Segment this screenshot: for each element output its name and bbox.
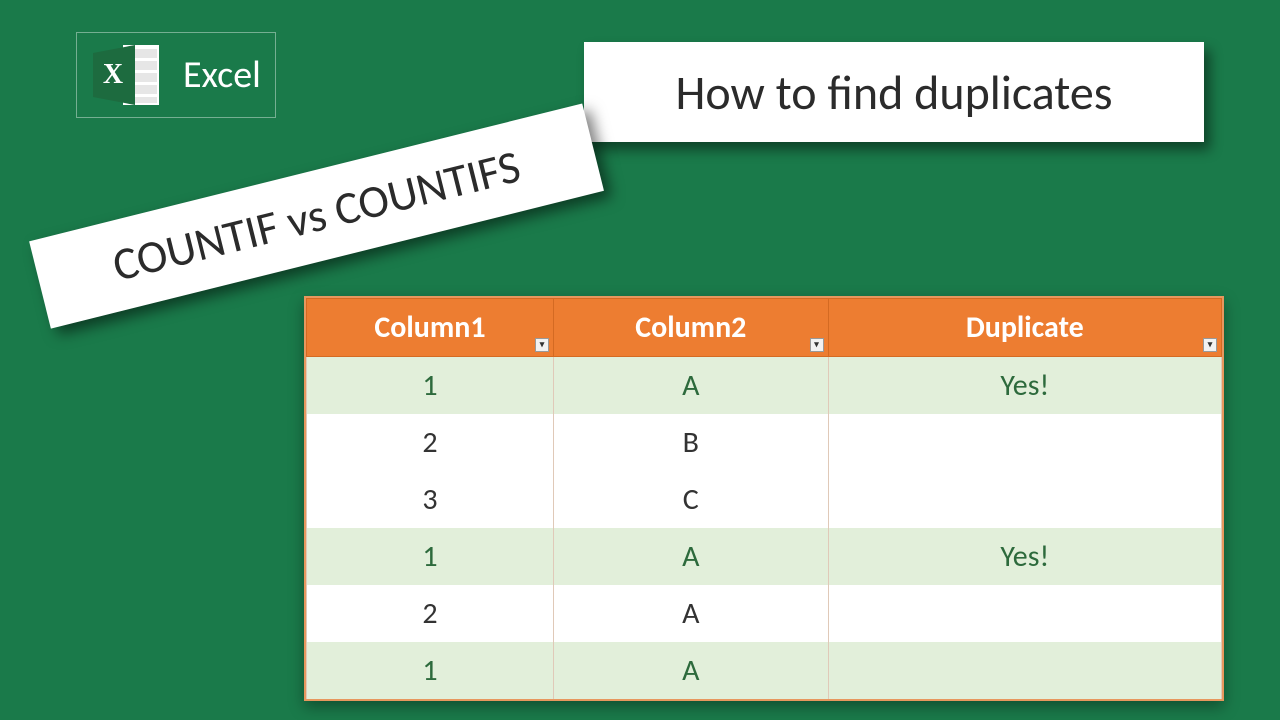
table-cell[interactable]: Yes!: [828, 528, 1221, 585]
table-cell[interactable]: A: [554, 357, 829, 415]
table-cell[interactable]: 2: [307, 585, 554, 642]
table-cell[interactable]: 1: [307, 528, 554, 585]
title-box: How to find duplicates: [584, 42, 1204, 142]
table-row: 1A: [307, 642, 1222, 699]
table-cell[interactable]: C: [554, 471, 829, 528]
excel-logo-block: X Excel: [76, 32, 276, 118]
table-cell[interactable]: [828, 642, 1221, 699]
table-cell[interactable]: A: [554, 642, 829, 699]
countif-banner: COUNTIF vs COUNTIFS: [29, 103, 604, 328]
table-cell[interactable]: 1: [307, 642, 554, 699]
filter-icon[interactable]: ▾: [810, 338, 824, 352]
filter-icon[interactable]: ▾: [535, 338, 549, 352]
table-row: 3C: [307, 471, 1222, 528]
table-cell[interactable]: B: [554, 414, 829, 471]
table-cell[interactable]: A: [554, 528, 829, 585]
table-cell[interactable]: [828, 471, 1221, 528]
table-cell[interactable]: 1: [307, 357, 554, 415]
table-header-row: Column1 ▾ Column2 ▾ Duplicate ▾: [307, 299, 1222, 357]
excel-label: Excel: [183, 52, 261, 98]
table-row: 2B: [307, 414, 1222, 471]
col-header-3[interactable]: Duplicate ▾: [828, 299, 1221, 357]
col-header-2[interactable]: Column2 ▾: [554, 299, 829, 357]
table-cell[interactable]: [828, 414, 1221, 471]
col-header-2-label: Column2: [635, 309, 746, 346]
col-header-1[interactable]: Column1 ▾: [307, 299, 554, 357]
filter-icon[interactable]: ▾: [1203, 338, 1217, 352]
col-header-3-label: Duplicate: [966, 309, 1084, 346]
excel-icon: X: [91, 41, 163, 109]
table-cell[interactable]: 3: [307, 471, 554, 528]
table-row: 1AYes!: [307, 357, 1222, 415]
table-cell[interactable]: A: [554, 585, 829, 642]
table-row: 2A: [307, 585, 1222, 642]
duplicates-table: Column1 ▾ Column2 ▾ Duplicate ▾ 1AYes!2B…: [304, 296, 1224, 701]
excel-icon-letter: X: [103, 59, 123, 90]
banner-text: COUNTIF vs COUNTIFS: [107, 138, 526, 293]
table-cell[interactable]: 2: [307, 414, 554, 471]
col-header-1-label: Column1: [374, 309, 485, 346]
title-text: How to find duplicates: [675, 63, 1112, 122]
table-cell[interactable]: Yes!: [828, 357, 1221, 415]
table-row: 1AYes!: [307, 528, 1222, 585]
table-cell[interactable]: [828, 585, 1221, 642]
